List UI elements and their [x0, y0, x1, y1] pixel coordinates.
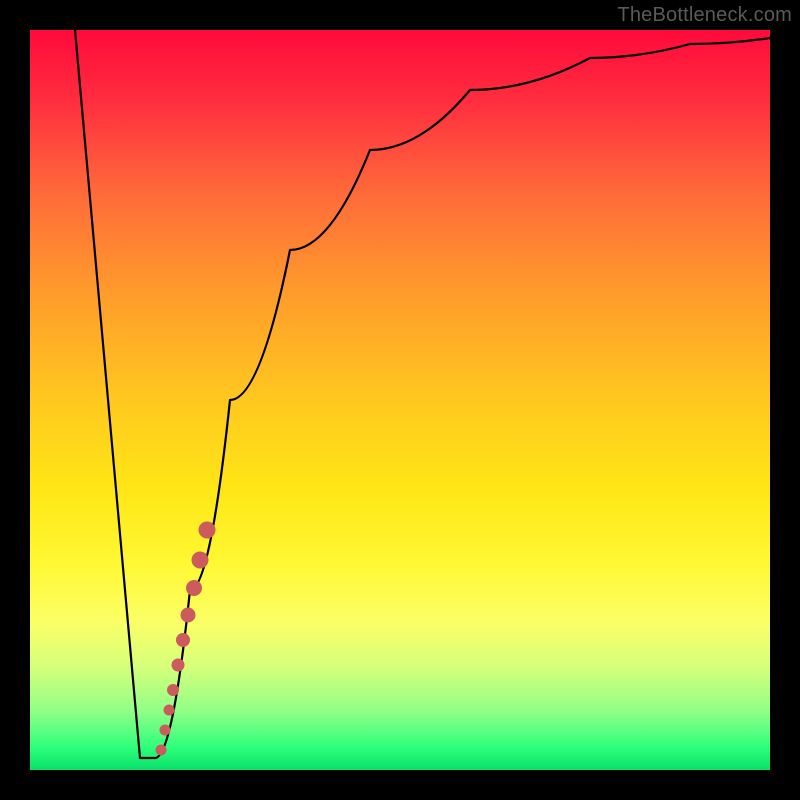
marker-dot [156, 745, 167, 756]
marker-dot [172, 659, 185, 672]
marker-dot [199, 522, 216, 539]
marker-dot [164, 705, 175, 716]
marker-cluster [156, 522, 216, 756]
marker-dot [186, 580, 202, 596]
marker-dot [176, 633, 190, 647]
chart-overlay [30, 30, 770, 770]
marker-dot [181, 608, 196, 623]
marker-dot [167, 684, 179, 696]
bottleneck-curve [75, 30, 770, 758]
watermark-text: TheBottleneck.com [617, 4, 792, 27]
marker-dot [160, 725, 171, 736]
marker-dot [192, 552, 209, 569]
